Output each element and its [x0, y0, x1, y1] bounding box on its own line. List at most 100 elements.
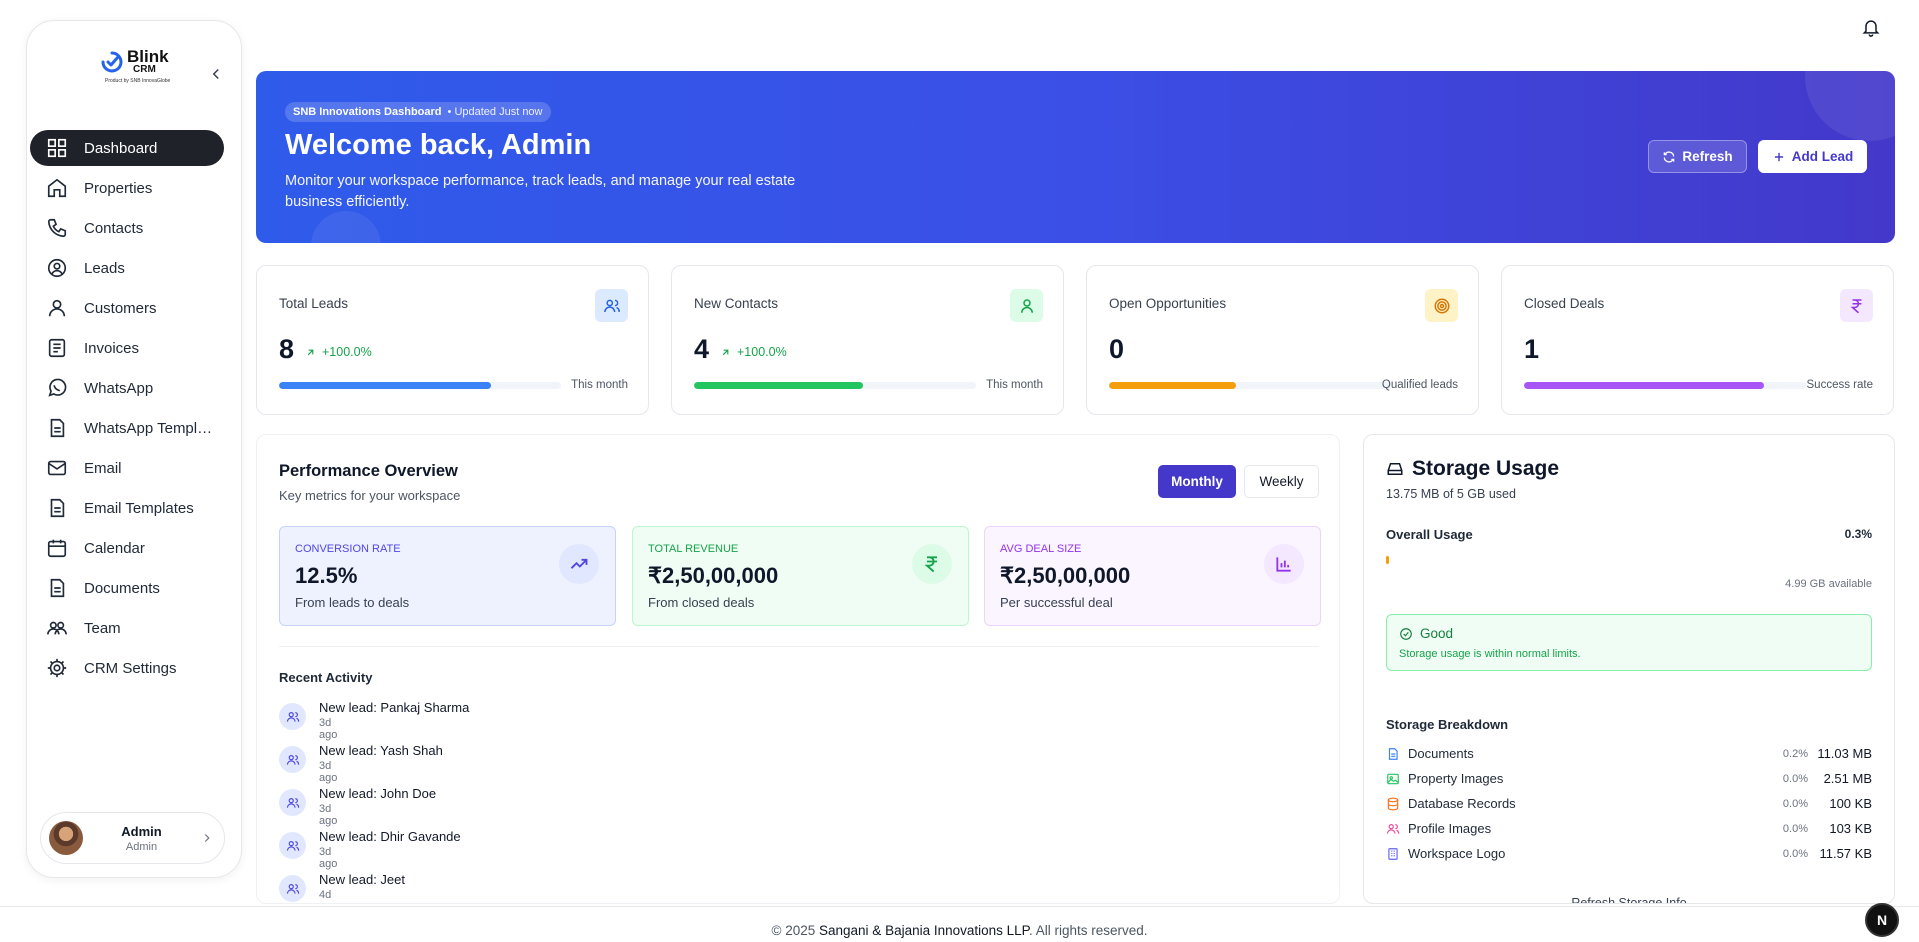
sidebar-item-email[interactable]: Email	[30, 450, 224, 486]
sidebar-item-team[interactable]: Team	[30, 610, 224, 646]
activity-icon-wrap	[279, 703, 306, 730]
panel-subtitle: Key metrics for your workspace	[279, 488, 461, 503]
plus-icon	[1774, 152, 1783, 161]
sidebar-item-calendar[interactable]: Calendar	[30, 530, 224, 566]
hard-drive-icon	[1387, 463, 1403, 475]
breakdown-name: Documents	[1408, 746, 1474, 761]
whatsapp-icon	[48, 378, 67, 397]
add-lead-button-label: Add Lead	[1791, 149, 1854, 164]
metric-sub: From leads to deals	[295, 595, 410, 610]
panel-title: Performance Overview	[279, 462, 458, 480]
stat-icon-wrap	[595, 289, 628, 322]
sidebar-item-label: Leads	[84, 259, 125, 277]
stat-icon-wrap	[1840, 289, 1873, 322]
home-icon	[47, 178, 67, 198]
users-icon	[286, 840, 299, 851]
sidebar-item-customers[interactable]: Customers	[30, 290, 224, 326]
sidebar-item-dashboard[interactable]: Dashboard	[30, 130, 224, 166]
document-icon	[50, 498, 65, 518]
refresh-storage-link[interactable]: Refresh Storage Info	[1364, 896, 1894, 903]
breakdown-percent: 0.0%	[1782, 847, 1808, 860]
logo-icon	[101, 51, 123, 73]
refresh-button[interactable]: Refresh	[1648, 140, 1747, 173]
sidebar-item-label: Contacts	[84, 219, 144, 237]
document-icon	[50, 418, 65, 438]
stat-note: This month	[986, 379, 1043, 391]
activity-icon-wrap	[279, 832, 306, 859]
metric-value: ₹2,50,00,000	[1000, 563, 1131, 588]
floating-n-button[interactable]: N	[1865, 903, 1899, 937]
activity-time: 3d ago	[319, 760, 338, 784]
divider	[279, 646, 1319, 647]
tab-monthly[interactable]: Monthly	[1158, 465, 1236, 498]
app-logo[interactable]: Blink CRM Product by SNB InnovaGlobe	[99, 47, 189, 91]
rupee-icon	[1850, 298, 1861, 313]
stat-card-open-opportunities: Open Opportunities 0 Qualified leads	[1086, 265, 1479, 415]
user-profile[interactable]: Admin Admin	[40, 812, 225, 864]
metric-card-conversion-rate: CONVERSION RATE 12.5% From leads to deal…	[279, 526, 616, 626]
bar-chart-icon	[1276, 557, 1291, 572]
sidebar-item-properties[interactable]: Properties	[30, 170, 224, 206]
activity-time: 4d ago	[319, 889, 337, 903]
profile-name: Admin	[121, 823, 162, 839]
sidebar-item-crm-settings[interactable]: CRM Settings	[30, 650, 224, 686]
storage-used: 13.75 MB of 5 GB used	[1386, 487, 1516, 501]
storage-title-text: Storage Usage	[1412, 457, 1560, 480]
file-icon	[1388, 747, 1398, 760]
building-icon	[1388, 847, 1398, 860]
sidebar-item-documents[interactable]: Documents	[30, 570, 224, 606]
sidebar-item-leads[interactable]: Leads	[30, 250, 224, 286]
metric-label: TOTAL REVENUE	[648, 543, 739, 555]
target-icon	[1434, 298, 1449, 313]
activity-time: 3d ago	[319, 803, 338, 827]
mail-icon	[47, 460, 67, 476]
breakdown-row-database-records: Database Records 0.0% 100 KB	[1386, 791, 1872, 816]
activity-text: New lead: Pankaj Sharma	[319, 700, 470, 715]
stat-value: 4	[694, 334, 710, 364]
image-icon	[1387, 773, 1399, 784]
breakdown-row-property-images: Property Images 0.0% 2.51 MB	[1386, 766, 1872, 791]
stat-icon-wrap	[1010, 289, 1043, 322]
sidebar-item-contacts[interactable]: Contacts	[30, 210, 224, 246]
sidebar-item-label: CRM Settings	[84, 659, 177, 677]
sidebar-item-invoices[interactable]: Invoices	[30, 330, 224, 366]
chevron-left-icon[interactable]	[207, 65, 225, 83]
add-lead-button[interactable]: Add Lead	[1758, 140, 1867, 173]
storage-breakdown-title: Storage Breakdown	[1386, 717, 1509, 732]
stat-trend: +100.0%	[305, 345, 372, 359]
sidebar-item-label: Email	[84, 459, 122, 477]
metric-value: 12.5%	[295, 563, 358, 588]
badge-workspace-name: SNB Innovations Dashboard	[293, 106, 442, 118]
metric-sub: Per successful deal	[1000, 595, 1113, 610]
sidebar-item-label: Invoices	[84, 339, 140, 357]
status-message: Storage usage is within normal limits.	[1399, 648, 1581, 660]
sidebar-item-whatsapp[interactable]: WhatsApp	[30, 370, 224, 406]
stat-card-total-leads: Total Leads 8 +100.0% This month	[256, 265, 649, 415]
tab-weekly[interactable]: Weekly	[1244, 465, 1319, 498]
stat-card-new-contacts: New Contacts 4 +100.0% This month	[671, 265, 1064, 415]
arrow-up-right-icon	[307, 349, 314, 355]
users-icon	[286, 883, 299, 894]
user-icon	[48, 299, 66, 317]
sidebar-item-whatsapp-templates[interactable]: WhatsApp Templa...	[30, 410, 224, 446]
database-icon	[1387, 797, 1399, 810]
sidebar-item-label: WhatsApp	[84, 379, 154, 397]
metric-label: CONVERSION RATE	[295, 543, 401, 555]
bell-icon[interactable]	[1861, 17, 1881, 37]
sidebar-item-label: Properties	[84, 179, 153, 197]
breakdown-percent: 0.0%	[1782, 772, 1808, 785]
breakdown-percent: 0.0%	[1782, 822, 1808, 835]
breakdown-percent: 0.0%	[1782, 797, 1808, 810]
stat-trend-value: +100.0%	[322, 345, 372, 359]
stat-progress-bar	[1109, 382, 1391, 389]
stat-icon-wrap	[1425, 289, 1458, 322]
stat-value: 0	[1109, 334, 1125, 364]
sidebar-item-email-templates[interactable]: Email Templates	[30, 490, 224, 526]
activity-time: 3d ago	[319, 717, 338, 741]
metric-icon-wrap	[912, 544, 952, 584]
sidebar-item-label: Calendar	[84, 539, 145, 557]
decorative-circle	[1805, 71, 1895, 141]
activity-text: New lead: Yash Shah	[319, 743, 443, 758]
activity-text: New lead: John Doe	[319, 786, 437, 801]
stat-label: New Contacts	[694, 296, 779, 311]
